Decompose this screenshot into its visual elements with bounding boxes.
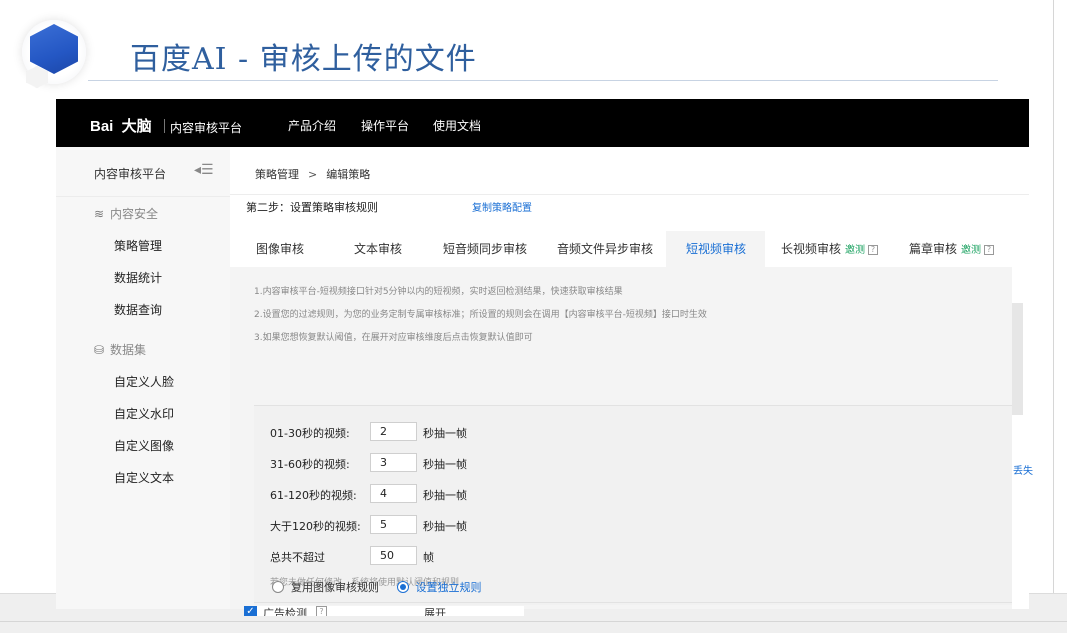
frame-sampling-panel: 01-30秒的视频: 2 秒抽一帧 31-60秒的视频: 3 秒抽一帧 61-1… — [254, 405, 1012, 605]
breadcrumb-separator: > — [308, 168, 318, 181]
title-underline — [88, 80, 998, 81]
expand-button[interactable]: 展开 — [424, 606, 446, 616]
frame-interval-input[interactable]: 3 — [370, 453, 417, 472]
short-video-settings: 1.内容审核平台-短视频接口针对5分钟以内的短视频，实时返回检测结果，快速获取审… — [230, 267, 1012, 609]
sidebar-header: 内容审核平台 ◂☰ — [56, 147, 230, 197]
sidebar-item-strategy[interactable]: 策略管理 — [114, 237, 162, 254]
invite-test-badge: 邀测 — [845, 245, 866, 256]
clipped-text: 丢失 — [1013, 466, 1033, 477]
database-icon: ⛁ — [94, 343, 105, 357]
sidebar-group-dataset[interactable]: ⛁ 数据集 — [94, 341, 146, 358]
frame-unit-label: 秒抽一帧 — [423, 520, 467, 533]
platform-name: 内容审核平台 — [170, 121, 243, 135]
scrollbar[interactable] — [1012, 303, 1023, 415]
sidebar-group-content-safety[interactable]: ≋ 内容安全 — [94, 205, 158, 222]
main-panel: 策略管理 > 编辑策略 第二步：设置策略审核规则 复制策略配置 图像审核 文本审核 … — [230, 147, 1029, 609]
slide-right-edge — [1053, 0, 1054, 593]
frame-rule-label: 01-30秒的视频: — [270, 427, 350, 440]
radio-independent-rules[interactable]: 设置独立规则 — [396, 581, 482, 594]
sidebar-item-custom-face[interactable]: 自定义人脸 — [114, 373, 174, 390]
help-icon[interactable]: ? — [316, 606, 327, 616]
tab-article-review[interactable]: 篇章审核 邀测? — [909, 231, 995, 267]
frame-unit-label: 秒抽一帧 — [423, 489, 467, 502]
frame-unit-label: 秒抽一帧 — [423, 458, 467, 471]
total-frames-input[interactable]: 50 — [370, 546, 417, 565]
tab-short-audio-sync[interactable]: 短音频同步审核 — [443, 231, 527, 267]
tab-short-video-review[interactable]: 短视频审核 — [666, 231, 765, 267]
radio-circle-checked[interactable] — [396, 581, 409, 593]
panel-divider — [254, 602, 1012, 603]
step-title: 第二步：设置策略审核规则 — [246, 201, 378, 214]
breadcrumb-parent[interactable]: 策略管理 — [255, 168, 299, 181]
tab-audio-file-async[interactable]: 音频文件异步审核 — [557, 231, 653, 267]
sidebar-item-query[interactable]: 数据查询 — [114, 301, 162, 318]
nav-docs[interactable]: 使用文档 — [433, 117, 481, 134]
collapse-menu-icon[interactable]: ◂☰ — [194, 162, 214, 178]
total-frames-label: 总共不超过 — [270, 551, 325, 564]
checkbox-checked-icon[interactable]: ✓ — [244, 606, 257, 616]
top-navbar: Bai 大脑 内容审核平台 产品介绍 操作平台 使用文档 — [56, 99, 1029, 147]
slide-title: 百度AI - 审核上传的文件 — [130, 42, 477, 77]
sidebar-item-custom-text[interactable]: 自定义文本 — [114, 469, 174, 486]
ad-detection-row: ✓ 广告检测 ? 展开 — [244, 606, 524, 616]
instruction-note: 2.设置您的过滤规则，为您的业务定制专属审核标准；所设置的规则会在调用【内容审核… — [254, 310, 707, 320]
sidebar-title: 内容审核平台 — [94, 167, 167, 181]
console-screenshot: Bai 大脑 内容审核平台 产品介绍 操作平台 使用文档 内容审核平台 ◂☰ ≋… — [56, 99, 1029, 609]
tab-long-video-review[interactable]: 长视频审核 邀测? — [781, 231, 879, 267]
instruction-note: 3.如果您想恢复默认阈值，在展开对应审核维度后点击恢复默认值即可 — [254, 333, 533, 343]
total-frames-unit: 帧 — [423, 551, 434, 564]
radio-reuse-image-rules[interactable]: 复用图像审核规则 — [272, 581, 379, 594]
frame-unit-label: 秒抽一帧 — [423, 427, 467, 440]
layers-icon: ≋ — [94, 207, 105, 221]
sidebar-item-custom-image[interactable]: 自定义图像 — [114, 437, 174, 454]
sidebar-item-stats[interactable]: 数据统计 — [114, 269, 162, 286]
tab-text-review[interactable]: 文本审核 — [354, 231, 402, 267]
breadcrumb-divider — [230, 194, 1029, 195]
instruction-note: 1.内容审核平台-短视频接口针对5分钟以内的短视频，实时返回检测结果，快速获取审… — [254, 287, 623, 297]
frame-rule-label: 31-60秒的视频: — [270, 458, 350, 471]
bottom-band-line — [0, 621, 1067, 622]
nav-product-intro[interactable]: 产品介绍 — [288, 117, 336, 134]
radio-circle[interactable] — [272, 581, 284, 593]
frame-rule-label: 大于120秒的视频: — [270, 520, 361, 533]
rule-mode-radio-group: 复用图像审核规则 设置独立规则 — [272, 579, 482, 595]
frame-rule-label: 61-120秒的视频: — [270, 489, 357, 502]
frame-interval-input[interactable]: 2 — [370, 422, 417, 441]
breadcrumb-current: 编辑策略 — [326, 168, 371, 181]
sidebar-item-custom-watermark[interactable]: 自定义水印 — [114, 405, 174, 422]
frame-interval-input[interactable]: 5 — [370, 515, 417, 534]
review-type-tabs: 图像审核 文本审核 短音频同步审核 音频文件异步审核 短视频审核 长视频审核 邀测… — [230, 231, 1012, 267]
brand-divider — [164, 119, 165, 133]
frame-interval-input[interactable]: 4 — [370, 484, 417, 503]
help-icon[interactable]: ? — [868, 244, 879, 255]
breadcrumb: 策略管理 > 编辑策略 — [255, 166, 370, 182]
baidu-brain-logo[interactable]: Bai 大脑 — [90, 115, 152, 136]
sidebar: 内容审核平台 ◂☰ ≋ 内容安全 策略管理 数据统计 数据查询 ⛁ 数据集 自定义人… — [56, 147, 230, 609]
ad-detection-label: 广告检测 — [263, 607, 307, 616]
nav-console[interactable]: 操作平台 — [361, 117, 409, 134]
tab-image-review[interactable]: 图像审核 — [256, 231, 304, 267]
copy-strategy-link[interactable]: 复制策略配置 — [472, 199, 532, 214]
help-icon[interactable]: ? — [984, 244, 995, 255]
invite-test-badge: 邀测 — [961, 245, 982, 256]
